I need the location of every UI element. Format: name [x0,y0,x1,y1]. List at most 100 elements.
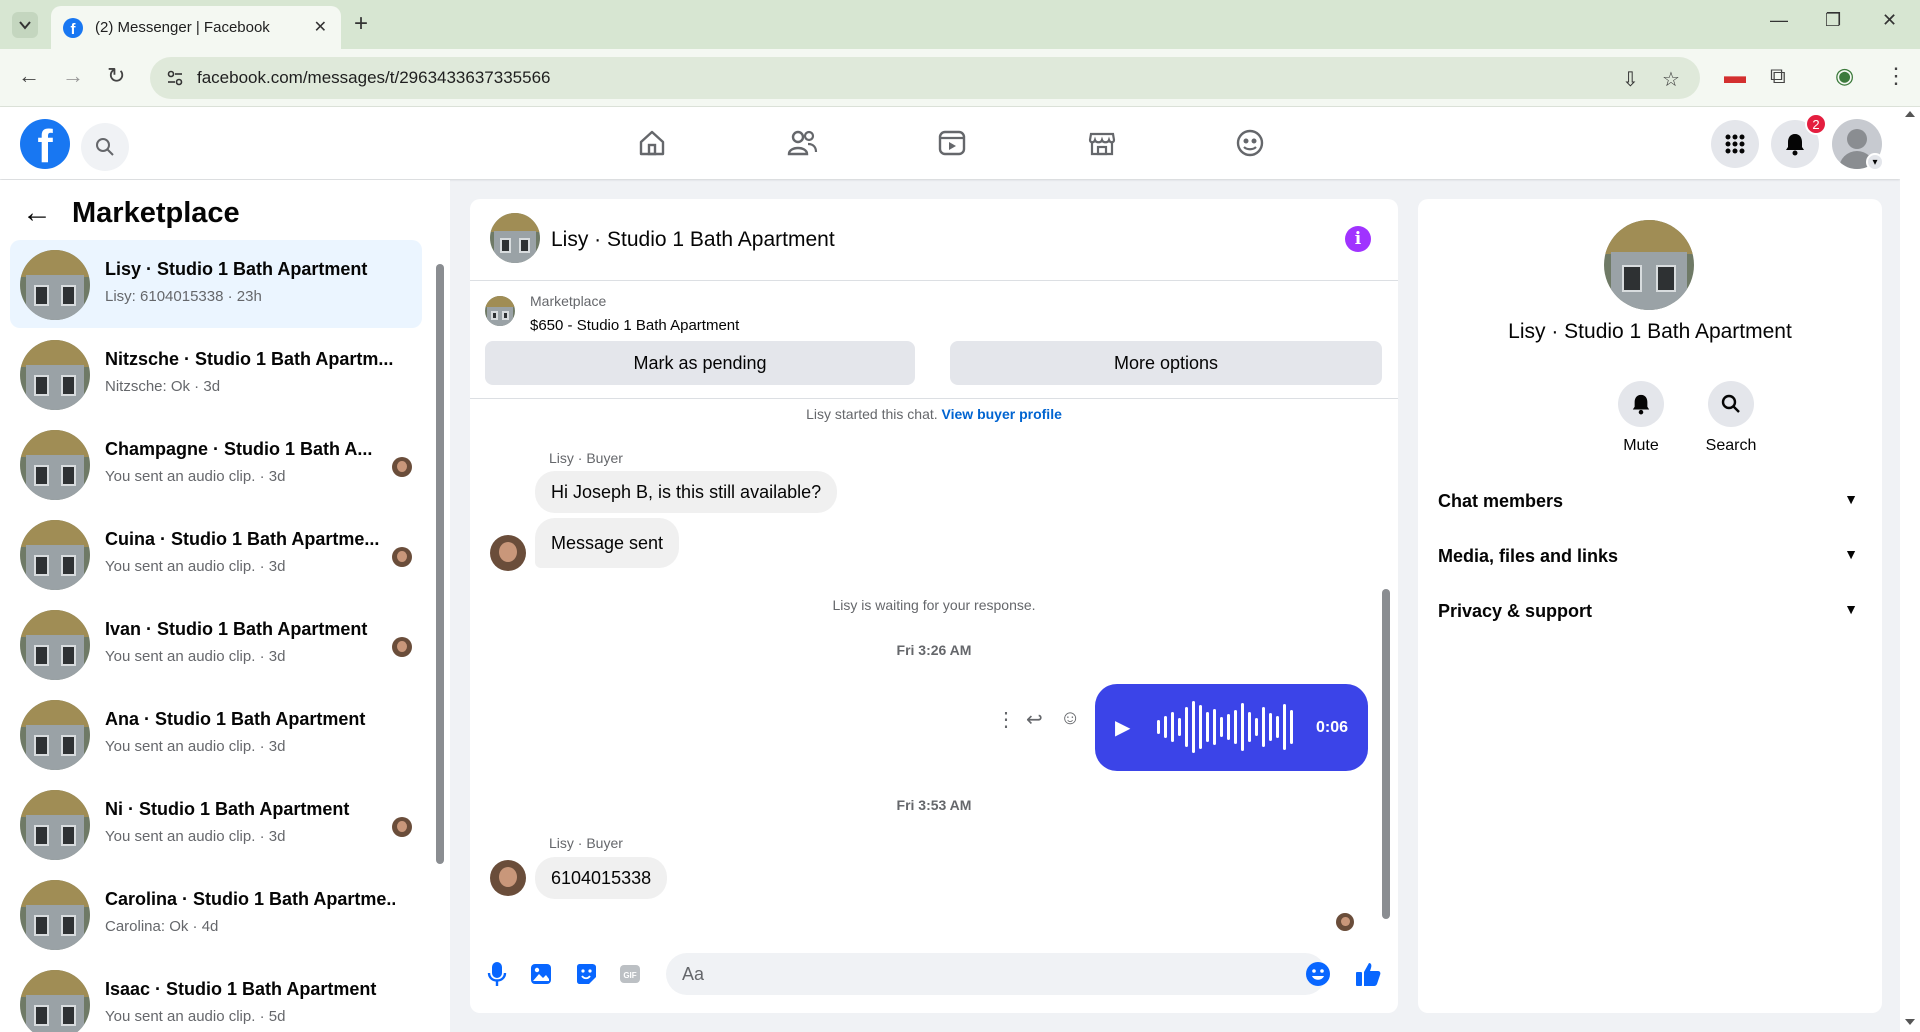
view-buyer-profile-link[interactable]: View buyer profile [942,406,1062,422]
chevron-down-icon: ▼ [1844,601,1858,617]
facebook-favicon-icon: f [63,17,83,38]
conversation-name: Ivan · Studio 1 Bath Apartment [105,619,368,639]
conversation-item[interactable]: Isaac · Studio 1 Bath Apartment You sent… [10,960,422,1032]
seen-avatar [392,547,412,567]
emoji-button[interactable] [1304,960,1332,988]
new-tab-icon[interactable]: + [354,10,368,38]
tab-search-button[interactable] [12,12,38,38]
incoming-message[interactable]: Hi Joseph B, is this still available? [535,471,838,513]
section-label: Chat members [1438,491,1564,511]
back-icon[interactable]: ← [18,63,40,89]
conversation-name: Isaac · Studio 1 Bath Apartment [105,979,377,999]
message-list: Lisy started this chat. View buyer profi… [470,400,1398,931]
play-icon[interactable]: ▶ [1115,715,1130,740]
browser-tab[interactable]: f (2) Messenger | Facebook ✕ [51,6,341,49]
audio-message[interactable]: ▶ 0:06 [1095,684,1368,771]
conversation-item[interactable]: Ivan · Studio 1 Bath Apartment You sent … [10,600,422,688]
waveform-bar [1192,701,1195,753]
react-emoji-icon[interactable]: ☺ [1060,707,1080,730]
conversation-item[interactable]: Carolina · Studio 1 Bath Apartme... Caro… [10,870,422,958]
mute-button[interactable]: Mute [1601,381,1681,455]
incoming-message[interactable]: Message sent [535,518,680,568]
chat-members-section[interactable]: Chat members ▼ [1438,491,1858,512]
page-scrollbar[interactable] [1900,107,1920,1032]
conversation-item[interactable]: Ni · Studio 1 Bath Apartment You sent an… [10,780,422,868]
site-settings-icon[interactable] [166,69,184,87]
conversation-item[interactable]: Champagne · Studio 1 Bath A... You sent … [10,420,422,508]
waveform-bar [1255,718,1258,736]
address-bar[interactable]: facebook.com/messages/t/2963433637335566… [150,57,1700,99]
facebook-search-button[interactable] [81,123,129,171]
sidebar-scrollbar[interactable] [436,264,444,864]
section-label: Privacy & support [1438,601,1593,621]
more-actions-icon[interactable]: ⋮ [996,707,1016,732]
info-icon[interactable]: i [1345,226,1371,252]
waveform-bar [1227,714,1230,740]
conversation-avatar [20,970,90,1032]
browser-menu-icon[interactable]: ⋮ [1885,63,1907,89]
sticker-button[interactable] [572,960,600,988]
like-button[interactable] [1354,960,1382,988]
attach-photo-button[interactable] [527,960,555,988]
url-text: facebook.com/messages/t/2963433637335566 [197,68,551,87]
media-files-links-section[interactable]: Media, files and links ▼ [1438,546,1858,567]
privacy-support-section[interactable]: Privacy & support ▼ [1438,601,1858,622]
extension-screen-icon[interactable]: ▬ [1724,63,1746,89]
reply-icon[interactable]: ↩ [1026,707,1043,732]
mark-as-pending-button[interactable]: Mark as pending [485,341,915,385]
sidebar-header: ← Marketplace [22,196,240,230]
back-arrow-icon[interactable]: ← [22,196,52,230]
menu-button[interactable] [1711,120,1759,168]
chat-title[interactable]: Lisy · Studio 1 Bath Apartment [551,228,835,252]
reload-icon[interactable]: ↻ [107,63,125,89]
profile-name: Lisy · Studio 1 Bath Apartment [1508,320,1792,343]
install-app-icon[interactable]: ⇩ [1622,67,1639,92]
conversation-item[interactable]: Lisy · Studio 1 Bath Apartment Lisy: 610… [10,240,422,328]
more-options-button[interactable]: More options [950,341,1382,385]
search-in-conversation-button[interactable]: Search [1691,381,1771,455]
chat-avatar[interactable] [490,213,540,263]
sticker-icon [577,964,596,984]
chevron-down-icon [19,21,31,30]
conversation-preview: You sent an audio clip. · 5d [105,1008,286,1025]
facebook-logo-icon[interactable]: f [20,119,70,169]
conversation-avatar [20,880,90,950]
notification-badge: 2 [1805,113,1827,135]
conversation-item[interactable]: Nitzsche · Studio 1 Bath Apartm... Nitzs… [10,330,422,418]
video-icon [938,130,966,156]
chat-scrollbar[interactable] [1382,589,1390,919]
tab-close-icon[interactable]: ✕ [314,17,327,37]
conversation-preview: You sent an audio clip. · 3d [105,468,286,485]
chat-info-panel: Lisy · Studio 1 Bath Apartment Mute Sear… [1418,199,1882,1013]
extensions-icon[interactable]: ⧉ [1770,63,1786,89]
read-receipt-avatar [1336,913,1354,931]
microphone-icon [487,962,507,986]
conversation-item[interactable]: Cuina · Studio 1 Bath Apartme... You sen… [10,510,422,598]
conversation-item[interactable]: Ana · Studio 1 Bath Apartment You sent a… [10,690,422,778]
sender-label: Lisy · Buyer [549,835,623,851]
close-window-icon[interactable]: ✕ [1882,10,1897,31]
listing-title[interactable]: $650 - Studio 1 Bath Apartment [530,317,739,334]
account-caret-icon[interactable]: ▾ [1866,153,1884,171]
gif-button[interactable]: GIF [616,960,644,988]
voice-clip-button[interactable] [483,960,511,988]
nav-home[interactable] [622,123,682,163]
waveform-bar [1171,712,1174,742]
waveform-bar [1262,707,1265,747]
profile-avatar[interactable] [1604,220,1694,310]
bookmark-star-icon[interactable]: ☆ [1662,67,1680,92]
nav-video[interactable] [922,123,982,163]
maximize-icon[interactable]: ❐ [1825,10,1841,31]
marketplace-listing-bar: Marketplace $650 - Studio 1 Bath Apartme… [470,281,1398,399]
minimize-icon[interactable]: — [1770,10,1788,31]
profile-icon[interactable]: ◉ [1835,63,1854,89]
nav-gaming[interactable] [1220,123,1280,163]
incoming-message[interactable]: 6104015338 [535,857,668,899]
nav-friends[interactable] [772,123,832,163]
forward-icon[interactable]: → [62,63,84,89]
message-input[interactable] [666,953,1326,995]
audio-duration: 0:06 [1316,719,1349,736]
conversation-preview: Lisy: 6104015338 · 23h [105,288,262,305]
nav-marketplace[interactable] [1072,123,1132,163]
waveform-bar [1290,710,1293,744]
